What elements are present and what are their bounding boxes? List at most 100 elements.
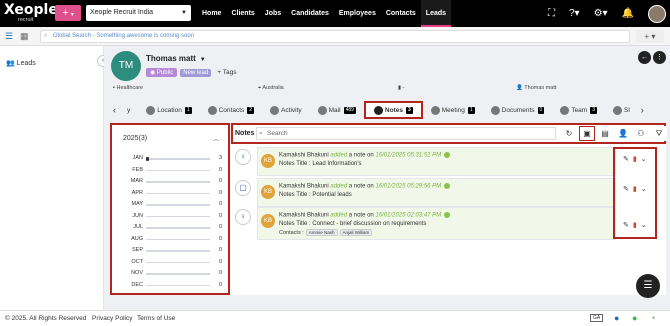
tab-location[interactable]: Location 1 [138,101,199,119]
note-item[interactable]: KB Kamakshi Bhakuni added a note on 16/0… [257,207,616,240]
edit-icon[interactable]: ✎ [623,221,629,231]
lead-name-text: Thomas matt [146,54,196,63]
month-label: FEB [132,166,143,173]
search-icon: ⌕ [44,33,48,39]
tab-contacts[interactable]: Contacts 2 [200,101,262,119]
month-row[interactable]: JUN 0 [112,211,228,222]
chevron-down-icon[interactable]: ⌄ [641,155,647,165]
nav-jobs[interactable]: Jobs [260,0,286,27]
ga-badge[interactable]: GA [590,314,604,322]
user-filter-icon[interactable]: 👤 [615,126,631,141]
logo-text: Xeople [4,2,58,18]
terms-of-use-link[interactable]: Terms of Use [137,315,175,322]
more-options-button[interactable]: ⋮ [653,51,666,64]
nav-candidates[interactable]: Candidates [286,0,334,27]
delete-icon[interactable]: ▮ [633,221,637,231]
nav-leads[interactable]: Leads [420,0,452,27]
calendar-icon[interactable]: ▤ [597,126,613,141]
month-count: 0 [218,189,222,196]
privacy-policy-link[interactable]: Privacy Policy [92,315,132,322]
edit-icon[interactable]: ✎ [623,155,629,165]
month-row[interactable]: APR 0 [112,188,228,199]
grid-view-icon[interactable]: ▦ [20,31,29,42]
add-button[interactable]: + ▾ [636,30,664,43]
contact-chip[interactable]: Ammie Nash [305,229,338,236]
export-icon[interactable]: ▣ [579,126,595,141]
month-row[interactable]: OCT 0 [112,257,228,268]
month-row[interactable]: MAR 0 [112,176,228,187]
tab-count: 489 [343,106,356,114]
organization-select[interactable]: Xeople Recruit India ▼ [86,5,191,21]
delete-icon[interactable]: ▮ [633,155,637,165]
meeting-icon [430,105,440,115]
bell-icon[interactable]: 🔔 [622,8,634,19]
help-icon[interactable]: ?▾ [569,8,580,19]
user-avatar[interactable] [648,4,666,23]
month-count: 0 [218,166,222,173]
notes-toolbar: Notes ⌕ Search ↻ ▣ ▤ 👤 ⚇ ⛛ [231,123,667,144]
global-search-input[interactable]: ⌕ Global Search - Something awesome is c… [40,30,630,43]
tab-icon [613,105,622,115]
month-row[interactable]: JAN 3 [112,153,228,164]
chevron-down-icon[interactable]: ⌄ [641,185,647,195]
tab-meeting[interactable]: Meeting 1 [423,101,483,119]
tab-documents[interactable]: Documents 0 [483,101,553,119]
lead-avatar: TM [111,51,141,81]
lead-name[interactable]: Thomas matt ▼ [146,54,206,63]
tab-partial[interactable]: y [119,101,138,119]
delete-icon[interactable]: ▮ [633,185,637,195]
chevron-up-icon[interactable]: ︿ [213,134,219,143]
month-progress-bar [146,169,210,171]
add-tags-button[interactable]: + Tags [217,69,236,76]
note-item[interactable]: KB Kamakshi Bhakuni added a note on 16/0… [257,147,616,176]
team-icon [560,105,570,115]
tab-activity[interactable]: Activity [262,101,310,119]
notes-search-input[interactable]: ⌕ Search [256,127,556,140]
verified-icon [444,152,451,158]
sidebar-item-leads[interactable]: 👥 Leads [6,59,36,67]
note-item[interactable]: KB Kamakshi Bhakuni added a note on 16/0… [257,178,616,207]
month-row[interactable]: DEC 0 [112,280,228,291]
chevron-down-icon[interactable]: ⌄ [641,221,647,231]
industry-field: ▪ Healthcare [113,85,143,91]
nav-employees[interactable]: Employees [334,0,381,27]
list-view-icon[interactable]: ☰ [5,31,13,42]
gear-icon[interactable]: ⚙▾ [594,8,608,19]
month-progress-bar [146,238,210,240]
nav-clients[interactable]: Clients [226,0,259,27]
note-title-label: Notes Title : [279,192,311,198]
month-row[interactable]: MAY 0 [112,199,228,210]
tabs-scroll-left[interactable]: ‹ [110,105,119,115]
wifi-icon[interactable]: ◔ [650,313,655,323]
app-logo[interactable]: Xeople recruit [4,2,58,25]
quick-add-button[interactable]: + ▾ [55,5,81,21]
tab-notes[interactable]: Notes 3 [363,101,423,119]
contact-chip[interactable]: Anjali William [339,229,373,236]
month-row[interactable]: FEB 0 [112,165,228,176]
tabs-scroll-right[interactable]: › [638,105,647,115]
nav-contacts[interactable]: Contacts [381,0,421,27]
nav-home[interactable]: Home [197,0,226,27]
tab-mail[interactable]: Mail 489 [310,101,364,119]
status-icon[interactable]: ● [632,313,637,323]
year-heading[interactable]: 2025(3) [123,135,147,142]
lead-tags: ◉ Public New lead + Tags [146,68,237,77]
edit-icon[interactable]: ✎ [623,185,629,195]
owner-value: Thomas matt [524,85,557,91]
tab-team[interactable]: Team 3 [552,101,605,119]
month-row[interactable]: JUL 0 [112,222,228,233]
search-icon: ⌕ [259,130,263,137]
back-button[interactable]: ← [638,51,651,64]
month-row[interactable]: SEP 0 [112,245,228,256]
month-row[interactable]: AUG 0 [112,234,228,245]
user-icon[interactable]: ● [614,313,619,323]
team-filter-icon[interactable]: ⚇ [633,126,649,141]
filter-icon[interactable]: ⛛ [651,126,667,141]
fullscreen-icon[interactable]: ⛶ [548,8,555,19]
note-datetime: 16/01/2025 02:03:47 PM [375,212,442,219]
note-text: a note on [348,152,374,159]
month-row[interactable]: NOV 0 [112,268,228,279]
refresh-icon[interactable]: ↻ [561,126,577,141]
floating-menu-button[interactable]: ☰ [636,274,660,298]
tab-partial-right[interactable]: Sl [605,101,638,119]
